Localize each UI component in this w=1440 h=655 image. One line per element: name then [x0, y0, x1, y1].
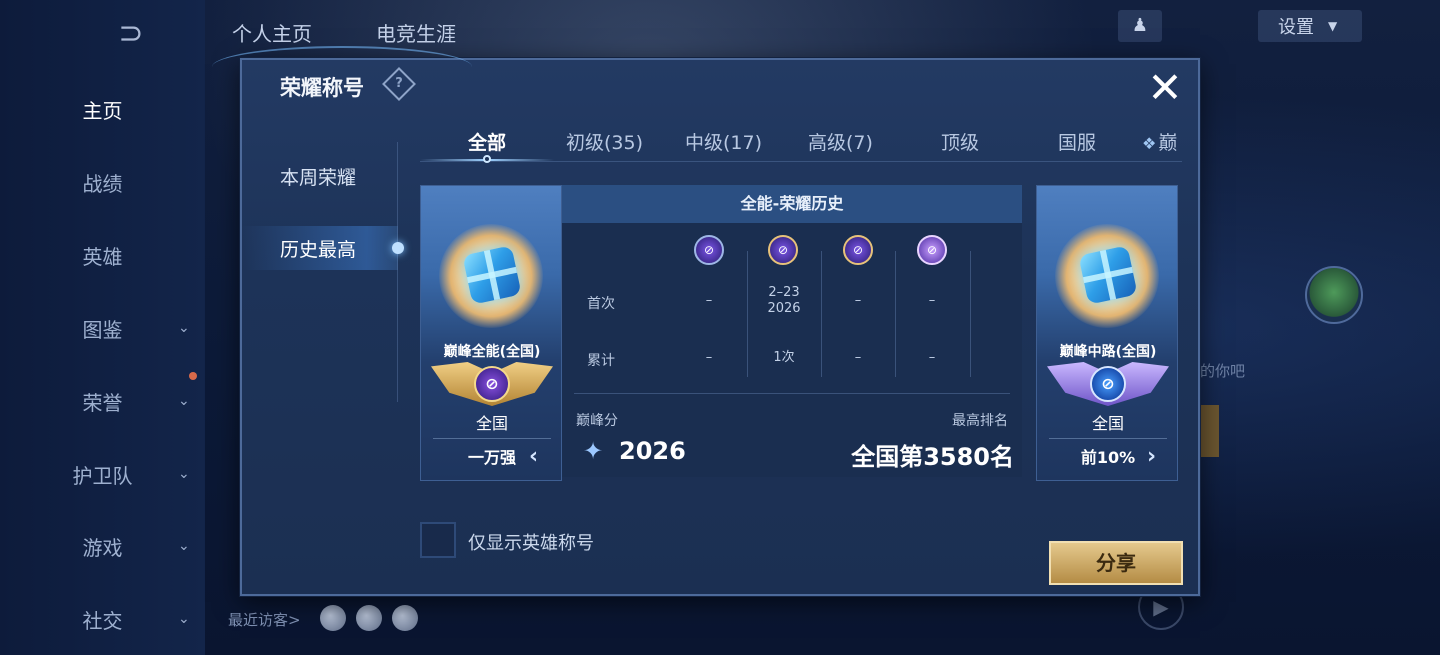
cube-emblem-icon	[1055, 224, 1159, 328]
diamond-medal-icon: ⊘	[917, 235, 947, 265]
chevron-down-icon: ⌄	[178, 466, 190, 482]
help-icon[interactable]: ?	[382, 67, 416, 101]
honor-badge-card[interactable]: 巅峰全能(全国) ⊘ 全国 一万强 ‹	[420, 185, 562, 481]
divider	[574, 393, 1010, 394]
tab-beginner[interactable]: 初级(35)	[566, 128, 643, 155]
avatar[interactable]	[320, 605, 346, 631]
history-cell: –	[705, 293, 713, 308]
avatar[interactable]	[356, 605, 382, 631]
tab-esports-career[interactable]: 电竞生涯	[376, 18, 456, 47]
chevron-down-icon: ⌄	[178, 538, 190, 554]
avatar[interactable]	[1305, 266, 1363, 324]
nav-item-records[interactable]: 战绩	[0, 162, 205, 202]
notification-dot	[189, 372, 197, 380]
bell-icon[interactable]: ♟	[1118, 10, 1162, 42]
side-menu-item-history-best[interactable]: 历史最高	[242, 226, 398, 270]
tab-all[interactable]: 全部	[468, 128, 506, 155]
avatar[interactable]	[392, 605, 418, 631]
chevron-down-icon: ▼	[1328, 19, 1338, 33]
divider	[895, 251, 896, 377]
nav-item-label: 主页	[82, 98, 123, 123]
selection-indicator	[392, 242, 404, 254]
history-cell: –	[928, 350, 936, 365]
nav-item-guard[interactable]: 护卫队 ⌄	[0, 454, 205, 494]
highest-rank-value: 全国第3580名	[851, 443, 1014, 471]
nav-item-honor[interactable]: 荣誉 ⌄	[0, 381, 205, 421]
silver-medal-icon: ⊘	[768, 235, 798, 265]
history-cell: –	[854, 350, 862, 365]
dialog-title: 荣耀称号	[280, 76, 364, 100]
gold-medal-icon: ⊘	[843, 235, 873, 265]
peak-score-value: 2026	[619, 437, 686, 465]
row-label-first: 首次	[587, 296, 615, 312]
tab-top[interactable]: 顶级	[941, 128, 979, 155]
chevron-down-icon: ⌄	[178, 320, 190, 336]
badge-name: 巅峰中路(全国)	[1059, 344, 1157, 360]
cube-emblem-icon	[439, 224, 543, 328]
history-header: 全能-荣耀历史	[562, 185, 1022, 223]
settings-label: 设置	[1278, 17, 1314, 38]
role-gem-icon: ⊘	[1090, 366, 1126, 402]
peak-score-label: 巅峰分	[576, 413, 618, 429]
tab-profile[interactable]: 个人主页	[232, 18, 312, 47]
badge-region: 全国	[475, 414, 508, 433]
honor-badge-card[interactable]: 巅峰中路(全国) ⊘ 全国 前10% ›	[1036, 185, 1178, 481]
badge-name: 巅峰全能(全国)	[443, 344, 541, 360]
side-menu-item-weekly[interactable]: 本周荣耀	[242, 154, 398, 198]
chevron-left-icon[interactable]: ‹	[529, 444, 538, 469]
tab-advanced[interactable]: 高级(7)	[808, 128, 873, 155]
honor-history-panel: 全能-荣耀历史 ⊘ ⊘ ⊘ ⊘ 首次 – 2–23 2026 – – 累计 – …	[562, 185, 1022, 477]
checkbox-label: 仅显示英雄称号	[468, 533, 594, 554]
back-arrow-icon[interactable]: ⊃	[100, 18, 162, 50]
nav-item-games[interactable]: 游戏 ⌄	[0, 526, 205, 566]
highest-rank-label: 最高排名	[952, 413, 1008, 429]
active-tab-dot	[483, 155, 491, 163]
nav-item-label: 社交	[82, 608, 123, 633]
nav-item-social[interactable]: 社交 ⌄	[0, 599, 205, 639]
nav-item-label: 游戏	[82, 535, 123, 560]
row-label-total: 累计	[587, 353, 615, 369]
tab-peak[interactable]: ❖ 巅	[1142, 128, 1177, 155]
divider	[397, 142, 398, 402]
diamond-icon: ❖	[1142, 134, 1157, 153]
background-button	[1200, 405, 1219, 457]
close-icon[interactable]: ✕	[1143, 66, 1187, 110]
nav-item-codex[interactable]: 图鉴 ⌄	[0, 308, 205, 348]
history-cell: –	[928, 293, 936, 308]
background-text: 的你吧	[1200, 362, 1246, 380]
tab-intermediate[interactable]: 中级(17)	[685, 128, 762, 155]
tab-national[interactable]: 国服	[1058, 128, 1096, 155]
left-nav: ⊃ 主页 战绩 英雄 图鉴 ⌄ 荣誉 ⌄ 护卫队 ⌄ 游戏 ⌄ 社交 ⌄	[0, 0, 205, 655]
chevron-down-icon: ⌄	[178, 611, 190, 627]
hero-titles-only-checkbox[interactable]	[420, 522, 456, 558]
chevron-right-icon[interactable]: ›	[1147, 444, 1156, 469]
nav-item-label: 图鉴	[82, 317, 123, 342]
history-cell: –	[854, 293, 862, 308]
settings-button[interactable]: 设置 ▼	[1258, 10, 1362, 42]
divider	[970, 251, 971, 377]
honor-title-dialog: 荣耀称号 ? ✕ 本周荣耀 历史最高 全部 初级(35) 中级(17) 高级(7…	[212, 46, 1200, 596]
category-tabs: 全部 初级(35) 中级(17) 高级(7) 顶级 国服 ❖ 巅	[420, 122, 1182, 163]
history-cell: –	[705, 350, 713, 365]
divider	[821, 251, 822, 377]
recent-visitors-link[interactable]: 最近访客>	[228, 609, 301, 630]
tab-label: 巅	[1158, 132, 1178, 154]
badge-region: 全国	[1091, 414, 1124, 433]
nav-item-label: 战绩	[82, 171, 123, 196]
nav-item-home[interactable]: 主页	[0, 89, 205, 129]
divider	[747, 251, 748, 377]
nav-item-label: 英雄	[82, 244, 123, 269]
role-gem-icon: ⊘	[474, 366, 510, 402]
history-cell: 1次	[773, 350, 795, 365]
nav-item-label: 荣誉	[82, 390, 123, 415]
chevron-down-icon: ⌄	[178, 393, 190, 409]
nav-item-label: 护卫队	[72, 463, 133, 488]
history-cell: 2–23 2026	[767, 285, 801, 316]
bronze-medal-icon: ⊘	[694, 235, 724, 265]
nav-item-heroes[interactable]: 英雄	[0, 235, 205, 275]
peak-star-icon: ✦	[582, 437, 604, 465]
share-button[interactable]: 分享	[1049, 541, 1183, 585]
